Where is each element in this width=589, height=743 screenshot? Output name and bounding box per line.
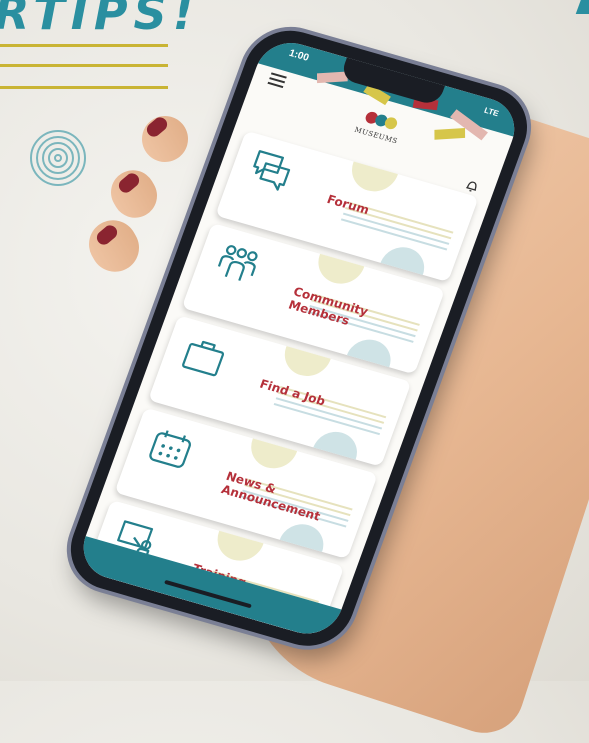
bell-icon[interactable] — [464, 178, 480, 194]
people-group-icon — [217, 245, 258, 281]
calendar-icon — [149, 430, 191, 468]
speech-bubbles-icon — [253, 150, 291, 191]
menu-label: Community Members — [286, 284, 371, 328]
phone-frame: 1:00 LTE MUSEUMS Forum Community Members… — [58, 20, 540, 657]
app-screen: 1:00 LTE MUSEUMS Forum Community Members… — [74, 34, 524, 642]
briefcase-icon — [182, 340, 225, 377]
corner-accent — [575, 0, 589, 14]
menu-label: News & Announcement — [219, 469, 323, 524]
